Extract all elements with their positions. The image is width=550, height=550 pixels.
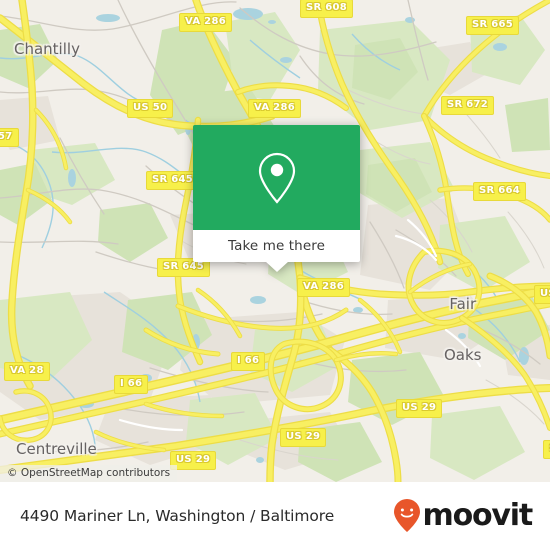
popup-image-panel: [193, 125, 360, 230]
road-shield-sr664: SR 664: [473, 182, 527, 201]
road-shield-sr657-edge: 57: [0, 128, 19, 147]
road-shield-i66-east: I 66: [231, 352, 266, 371]
road-shield-va28: VA 28: [4, 362, 50, 381]
road-shield-us29-east: US 29: [396, 399, 443, 418]
road-shield-us-right: US: [534, 285, 550, 304]
road-shield-va286-north: VA 286: [179, 13, 232, 32]
map-pin-icon: [258, 152, 295, 204]
address-title: 4490 Mariner Ln, Washington / Baltimore: [20, 507, 335, 525]
road-shield-sr645-north: SR 645: [146, 171, 200, 190]
place-label-fair-oaks: Fair Oaks: [444, 262, 482, 398]
road-shield-s-edge: S: [543, 440, 550, 459]
popup-action-bar[interactable]: Take me there: [193, 230, 360, 272]
road-shield-sr608: SR 608: [300, 0, 354, 18]
road-shield-us50: US 50: [127, 99, 174, 118]
road-shield-va286-south: VA 286: [297, 278, 350, 297]
moovit-logo[interactable]: moovit: [392, 498, 534, 534]
place-label-fair-oaks-line2: Oaks: [444, 346, 482, 364]
take-me-there-button[interactable]: Take me there: [228, 238, 325, 254]
road-shield-i66-west: I 66: [114, 375, 149, 394]
footer-bar: 4490 Mariner Ln, Washington / Baltimore …: [0, 482, 550, 550]
map-attribution[interactable]: © OpenStreetMap contributors: [0, 465, 178, 482]
map-canvas[interactable]: .park { fill:#cfe3b6; } .park2 { fill:#d…: [0, 0, 550, 482]
road-shield-sr672: SR 672: [441, 96, 495, 115]
popup-pointer-tail: [264, 261, 289, 272]
moovit-wordmark: moovit: [422, 498, 534, 533]
road-shield-va286-mid: VA 286: [248, 99, 301, 118]
place-label-chantilly: Chantilly: [14, 40, 80, 58]
road-shield-us29-mid: US 29: [280, 428, 327, 447]
location-popup[interactable]: Take me there: [193, 125, 360, 272]
place-label-centreville: Centreville: [16, 440, 97, 458]
road-shield-sr665: SR 665: [466, 16, 520, 35]
moovit-smiley-pin-icon: [393, 499, 420, 532]
place-label-fair-oaks-line1: Fair: [449, 295, 477, 313]
screenshot-root: .park { fill:#cfe3b6; } .park2 { fill:#d…: [0, 0, 550, 550]
